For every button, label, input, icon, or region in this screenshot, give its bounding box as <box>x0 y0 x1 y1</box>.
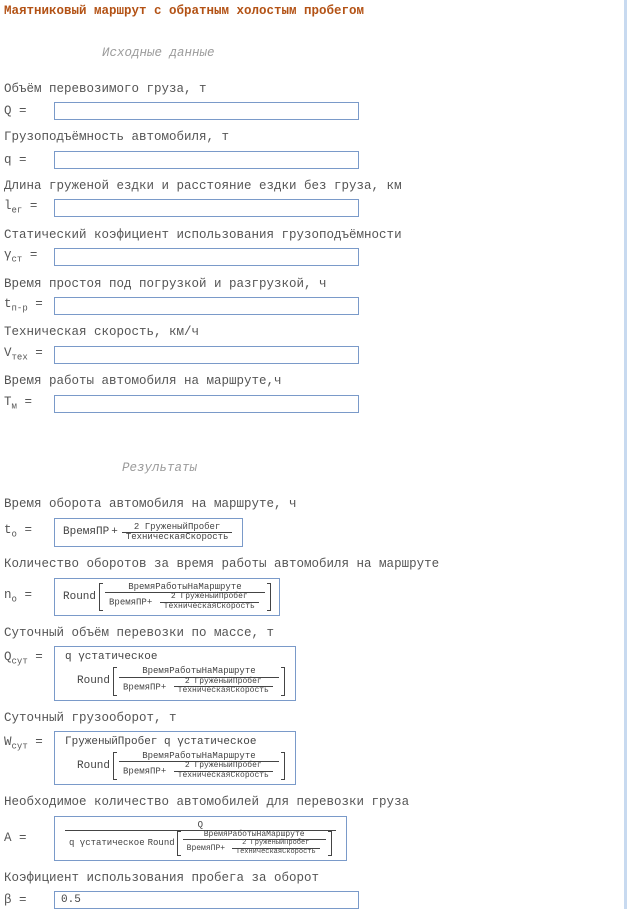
row-Qsut: Qсут = q γстатическое Round ВремяРаботыН… <box>4 646 630 700</box>
label-q: Грузоподъёмность автомобиля, т <box>4 130 630 144</box>
row-Q: Q = <box>4 102 630 120</box>
row-Wsut: Wсут = ГруженыйПробег q γстатическое Rou… <box>4 731 630 785</box>
label-Vtex: Техническая скорость, км/ч <box>4 325 630 339</box>
var-Wsut: Wсут = <box>4 731 54 754</box>
page-title: Маятниковый маршрут с обратным холостым … <box>4 4 630 18</box>
var-Vtex: Vтех = <box>4 346 54 365</box>
label-A: Необходимое количество автомобилей для п… <box>4 795 630 809</box>
input-Q[interactable] <box>54 102 359 120</box>
row-Tm: Tм = <box>4 395 630 414</box>
row-tpr: tп-р = <box>4 297 630 316</box>
input-Tm[interactable] <box>54 395 359 413</box>
var-Qsut: Qсут = <box>4 646 54 669</box>
formula-Wsut: ГруженыйПробег q γстатическое Round Врем… <box>54 731 296 785</box>
label-Q: Объём перевозимого груза, т <box>4 82 630 96</box>
label-ler: Длина груженой ездки и расстояние ездки … <box>4 179 630 193</box>
row-no: nо = Round ВремяРаботыНаМаршруте ВремяПР… <box>4 578 630 616</box>
input-q[interactable] <box>54 151 359 169</box>
label-to: Время оборота автомобиля на маршруте, ч <box>4 497 630 511</box>
row-q: q = <box>4 151 630 169</box>
formula-no: Round ВремяРаботыНаМаршруте ВремяПР+ 2 Г… <box>54 578 280 616</box>
var-to: tо = <box>4 523 54 542</box>
input-gst[interactable] <box>54 248 359 266</box>
row-Vtex: Vтех = <box>4 346 630 365</box>
value-beta: 0.5 <box>54 891 359 909</box>
var-Tm: Tм = <box>4 395 54 414</box>
label-tpr: Время простоя под погрузкой и разгрузкой… <box>4 277 630 291</box>
var-q: q = <box>4 153 54 167</box>
label-beta: Коэфициент использования пробега за обор… <box>4 871 630 885</box>
label-Tm: Время работы автомобиля на маршруте,ч <box>4 374 630 388</box>
row-beta: β = 0.5 <box>4 891 630 909</box>
var-ler: lег = <box>4 199 54 218</box>
var-A: A = <box>4 831 54 845</box>
label-gst: Статический коэфициент использования гру… <box>4 228 630 242</box>
input-ler[interactable] <box>54 199 359 217</box>
formula-A: Q q γстатическое Round ВремяРаботыНаМарш… <box>54 816 347 862</box>
formula-Qsut: q γстатическое Round ВремяРаботыНаМаршру… <box>54 646 296 700</box>
row-to: tо = ВремяПР + 2 ГруженыйПробег Техничес… <box>4 518 630 548</box>
var-no: nо = <box>4 588 54 607</box>
section-header-results: Результаты <box>122 461 630 475</box>
label-Wsut: Суточный грузооборот, т <box>4 711 630 725</box>
var-tpr: tп-р = <box>4 297 54 316</box>
section-header-inputs: Исходные данные <box>102 46 630 60</box>
input-Vtex[interactable] <box>54 346 359 364</box>
input-tpr[interactable] <box>54 297 359 315</box>
formula-to: ВремяПР + 2 ГруженыйПробег ТехническаяСк… <box>54 518 243 548</box>
var-gst: γст = <box>4 248 54 267</box>
row-A: A = Q q γстатическое Round ВремяРаботыНа… <box>4 816 630 862</box>
row-ler: lег = <box>4 199 630 218</box>
var-beta: β = <box>4 893 54 907</box>
row-gst: γст = <box>4 248 630 267</box>
label-no: Количество оборотов за время работы авто… <box>4 557 630 571</box>
label-Qsut: Суточный объём перевозки по массе, т <box>4 626 630 640</box>
var-Q: Q = <box>4 104 54 118</box>
